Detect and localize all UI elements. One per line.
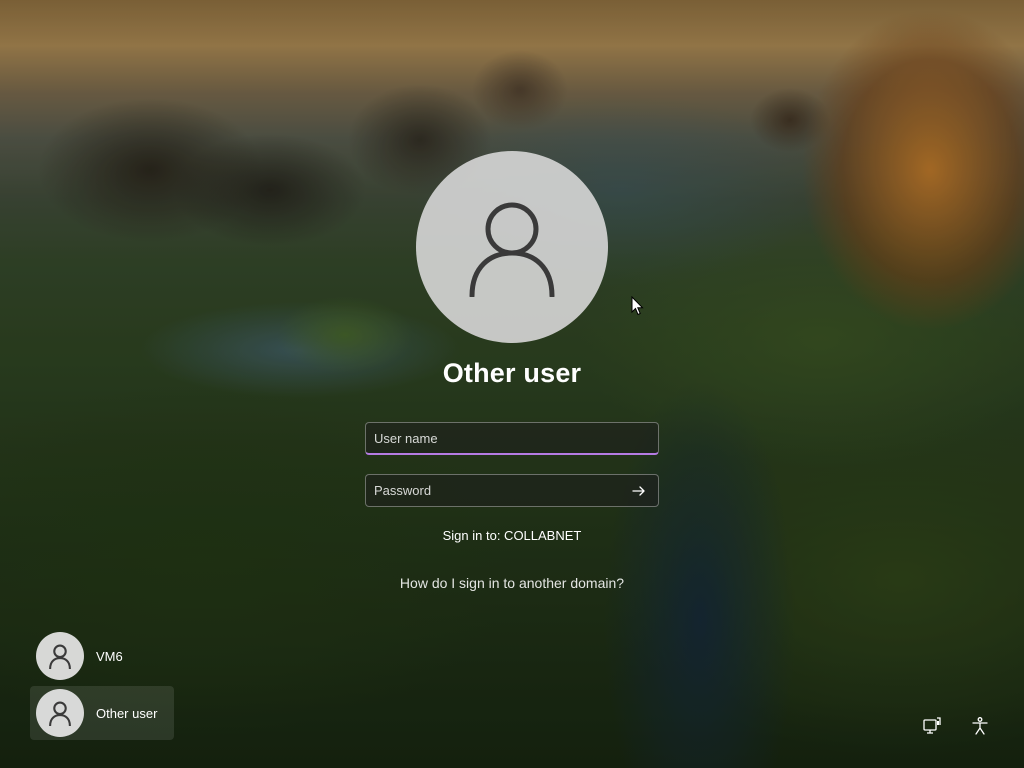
other-domain-help-link[interactable]: How do I sign in to another domain? [312, 575, 712, 591]
network-monitor-icon [923, 717, 941, 734]
accessibility-button[interactable] [968, 714, 992, 738]
submit-arrow-button[interactable] [626, 478, 652, 504]
user-silhouette-icon [49, 644, 71, 669]
user-list-item-other-user[interactable]: Other user [30, 686, 174, 740]
signin-domain-text: Sign in to: COLLABNET [442, 528, 582, 543]
user-silhouette-icon [469, 202, 555, 297]
username-field[interactable] [365, 422, 659, 455]
accessibility-icon [972, 717, 988, 735]
user-avatar [36, 632, 84, 680]
password-input[interactable] [366, 475, 658, 506]
user-avatar [36, 689, 84, 737]
user-list-item-vm6[interactable]: VM6 [30, 629, 174, 683]
mouse-pointer-icon [631, 296, 644, 316]
network-button[interactable] [920, 714, 944, 738]
user-silhouette-icon [49, 701, 71, 726]
user-list-label: Other user [96, 705, 158, 721]
selected-user-name: Other user [442, 358, 582, 388]
username-input[interactable] [366, 423, 658, 453]
user-list-label: VM6 [96, 648, 123, 664]
arrow-right-icon [632, 486, 645, 496]
large-user-avatar [416, 151, 608, 343]
password-field[interactable] [365, 474, 659, 507]
